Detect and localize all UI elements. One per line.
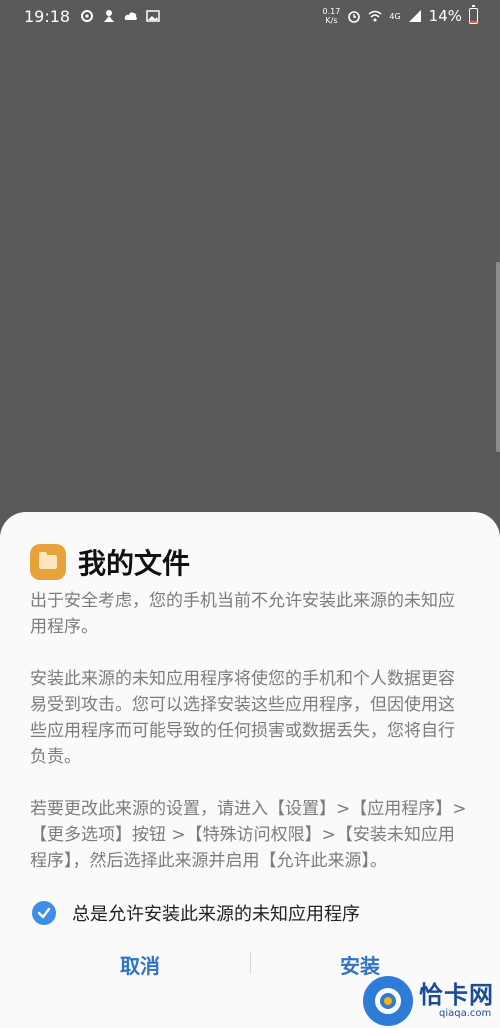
watermark-text: 恰卡网 qiaqa.com (419, 982, 494, 1020)
status-time: 19:18 (24, 6, 71, 26)
cloud-icon (124, 12, 138, 20)
dialog-body: 出于安全考虑，您的手机当前不允许安装此来源的未知应用程序。 安装此来源的未知应用… (30, 588, 470, 900)
install-blocked-dialog: 我的文件 出于安全考虑，您的手机当前不允许安装此来源的未知应用程序。 安装此来源… (0, 512, 500, 1028)
edge-panel-handle[interactable] (496, 262, 500, 452)
image-icon (146, 10, 160, 22)
net-speed-value: 0.17 (322, 7, 341, 16)
net-speed-unit: K/s (325, 16, 338, 25)
battery-percent: 14% (428, 7, 462, 25)
status-left: 19:18 (24, 7, 160, 26)
risk-message: 安装此来源的未知应用程序将使您的手机和个人数据更容易受到攻击。您可以选择安装这些… (30, 669, 455, 767)
button-divider (250, 952, 251, 974)
signal-icon (408, 10, 421, 22)
always-allow-option[interactable]: 总是允许安装此来源的未知应用程序 (32, 900, 360, 926)
cancel-button[interactable]: 取消 (40, 944, 240, 984)
always-allow-checkbox[interactable] (32, 901, 56, 925)
net-speed: 0.17 K/s (323, 7, 341, 25)
watermark-logo-icon (363, 976, 413, 1026)
network-type: 4G (389, 11, 401, 21)
status-bar: 19:18 0.17 K/s 4G 14% (0, 0, 500, 32)
dialog-title: 我的文件 (78, 547, 191, 580)
battery-icon (469, 5, 478, 24)
dialog-header: 我的文件 (30, 542, 190, 582)
battery-fill (470, 21, 477, 23)
folder-icon (30, 544, 66, 580)
security-message: 出于安全考虑，您的手机当前不允许安装此来源的未知应用程序。 (30, 591, 455, 637)
notification-icon (104, 10, 115, 22)
always-allow-label[interactable]: 总是允许安装此来源的未知应用程序 (72, 900, 360, 926)
settings-instructions: 若要更改此来源的设置，请进入【设置】>【应用程序】>【更多选项】按钮 >【特殊访… (30, 799, 467, 871)
status-right: 0.17 K/s 4G 14% (323, 5, 478, 25)
checkmark-icon (37, 907, 51, 919)
sync-icon (81, 10, 94, 22)
watermark-sub: qiaqa.com (439, 1008, 492, 1019)
watermark: 恰卡网 qiaqa.com (363, 976, 494, 1026)
watermark-main: 恰卡网 (419, 981, 494, 1009)
wifi-icon (368, 10, 382, 22)
alarm-icon (348, 11, 361, 23)
